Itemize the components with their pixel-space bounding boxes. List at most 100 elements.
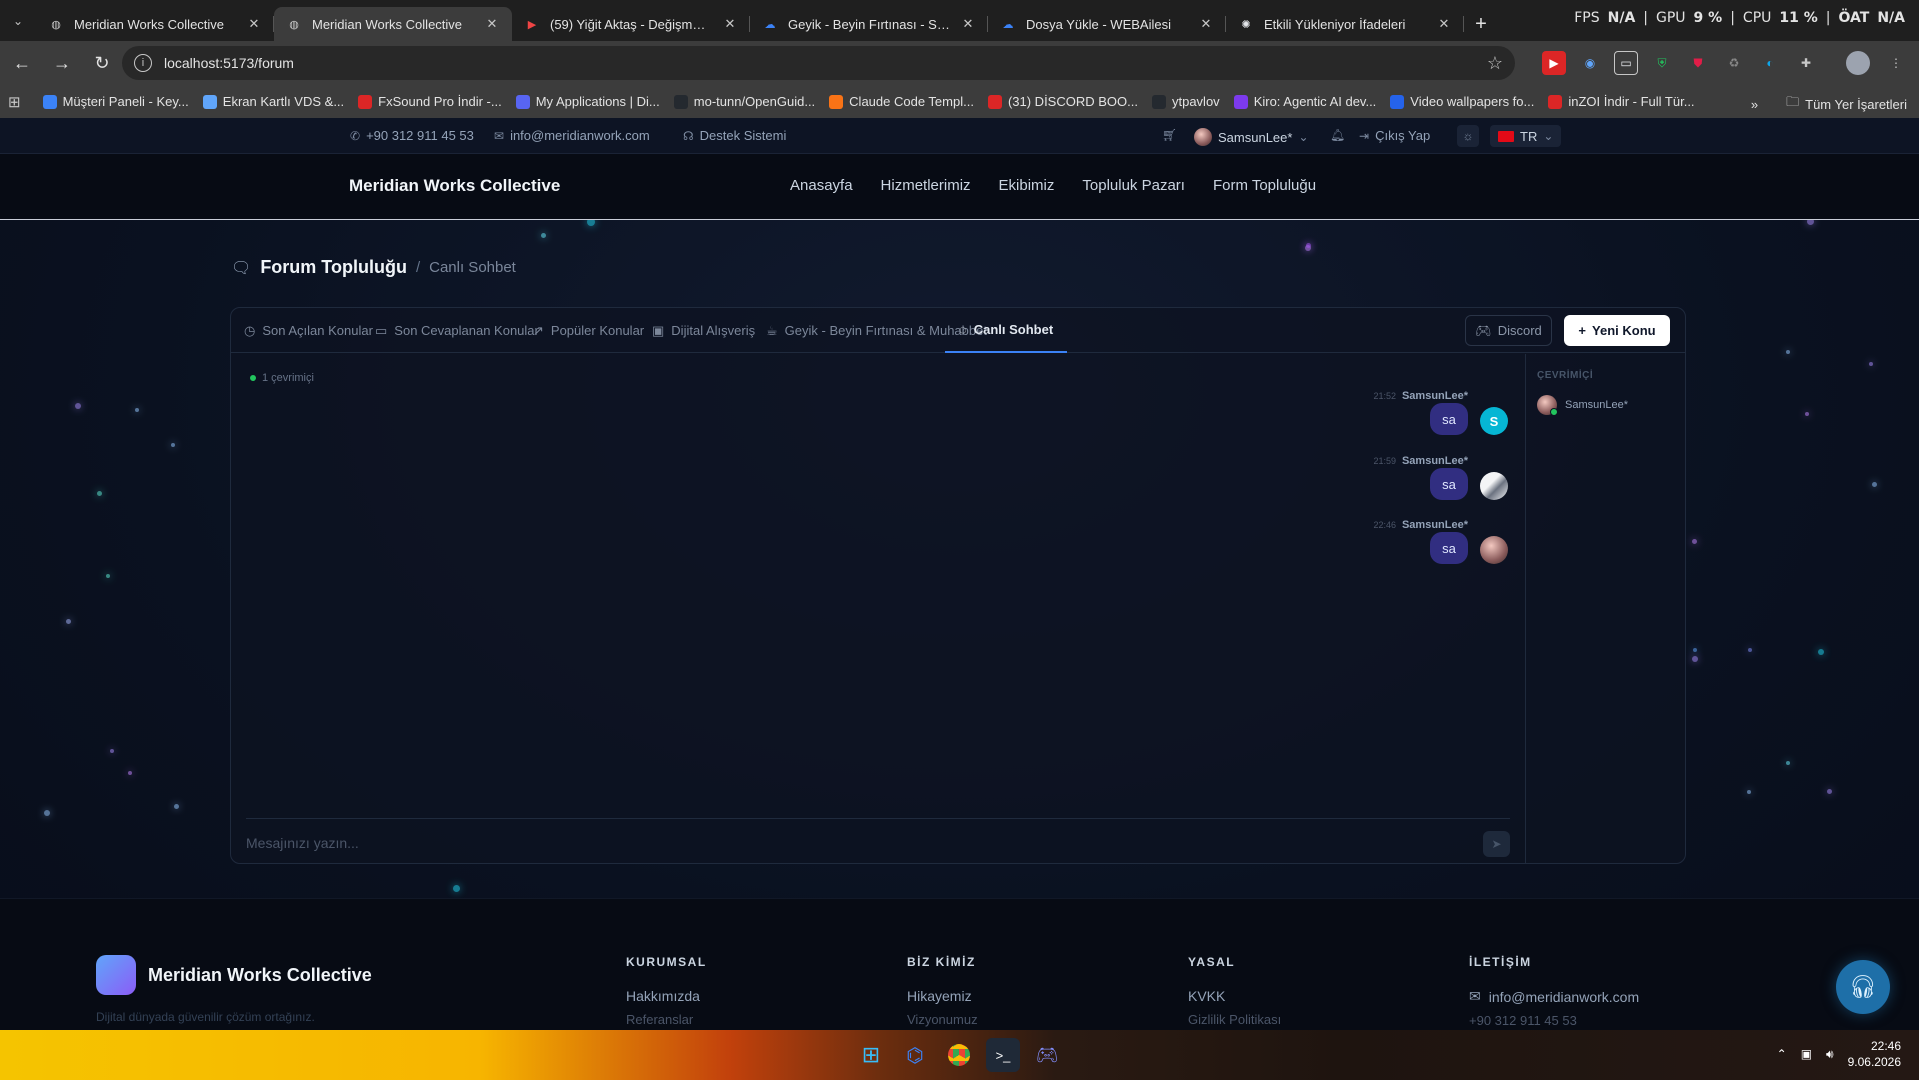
new-tab-button[interactable]: + [1464,7,1498,41]
bookmark-item[interactable]: ytpavlov [1151,94,1220,109]
close-tab-icon[interactable]: ✕ [722,16,738,32]
message-avatar[interactable]: S [1480,407,1508,435]
message-time: 21:59 [1373,456,1396,466]
bookmark-item[interactable]: Ekran Kartlı VDS &... [202,94,344,109]
reload-icon[interactable]: ↻ [84,45,120,81]
footer-email-link[interactable]: ✉ info@meridianwork.com [1469,988,1639,1005]
bell-icon[interactable]: 🔔︎ [1330,128,1345,142]
footer-link[interactable]: Gizlilik Politikası [1188,1012,1281,1027]
network-icon[interactable]: ▣ [1801,1047,1812,1061]
logout-link[interactable]: ⇥ Çıkış Yap [1359,128,1430,143]
bookmark-star-icon[interactable]: ☆ [1487,53,1503,74]
bookmark-item[interactable]: Kiro: Agentic AI dev... [1233,94,1376,109]
footer-link[interactable]: KVKK [1188,988,1281,1004]
url-text[interactable]: localhost:5173/forum [164,55,294,71]
forum-tab[interactable]: ◌ Canlı Sohbet [945,308,1068,353]
support-headset-button[interactable]: 🎧︎ [1836,960,1890,1014]
language-select[interactable]: TR ⌄ [1490,125,1562,147]
footer-logo [96,955,136,995]
discord-taskbar-icon[interactable]: 🎮︎ [1030,1038,1064,1072]
apps-grid-icon[interactable]: ⊞ [8,93,21,111]
terminal-icon[interactable]: >_ [986,1038,1020,1072]
menu-kebab-icon[interactable]: ⋮ [1884,51,1908,75]
online-user-item[interactable]: SamsunLee* [1537,395,1628,416]
nav-link[interactable]: Hizmetlerimiz [881,177,971,194]
site-brand[interactable]: Meridian Works Collective [349,176,560,196]
forum-tab[interactable]: ▣ Dijital Alışveriş [652,308,755,353]
send-icon[interactable]: ➤ [1483,831,1510,857]
vscode-icon[interactable]: ⌬ [898,1038,932,1072]
page-title[interactable]: Forum Topluluğu [260,257,407,278]
bookmark-item[interactable]: My Applications | Di... [515,94,660,109]
extension-audio-icon[interactable]: ◉ [1578,51,1602,75]
theme-toggle-sun-icon[interactable]: ☼ [1457,125,1479,147]
close-tab-icon[interactable]: ✕ [1436,16,1452,32]
extension-screen-icon[interactable]: ▭ [1614,51,1638,75]
extension-edge-icon[interactable]: ◐ [1758,51,1782,75]
bookmark-item[interactable]: mo-tunn/OpenGuid... [673,94,815,109]
footer-link[interactable]: Referanslar [626,1012,707,1027]
message-user[interactable]: SamsunLee* [1402,455,1468,467]
windows-start-icon[interactable]: ⊞ [854,1038,888,1072]
footer-link[interactable]: Hakkımızda [626,988,707,1004]
forum-tab[interactable]: ↗ Popüler Konular [533,308,644,353]
message-user[interactable]: SamsunLee* [1402,390,1468,402]
back-icon[interactable]: ← [4,45,40,81]
extensions-puzzle-icon[interactable]: ✚ [1794,51,1818,75]
close-tab-icon[interactable]: ✕ [484,16,500,32]
tray-chevron-icon[interactable]: ⌃ [1777,1047,1787,1061]
browser-tab[interactable]: ◍ Meridian Works Collective ✕ [274,7,512,41]
bookmark-item[interactable]: Video wallpapers fo... [1390,94,1534,109]
email-link[interactable]: ✉ info@meridianwork.com [494,128,650,143]
message-avatar[interactable] [1480,472,1508,500]
new-topic-button[interactable]: + Yeni Konu [1564,315,1670,346]
nav-link[interactable]: Topluluk Pazarı [1082,177,1185,194]
star-dot [171,443,175,447]
message-avatar[interactable] [1480,536,1508,564]
all-bookmarks-folder[interactable]: 🗀 Tüm Yer İşaretleri [1786,93,1907,115]
nav-link[interactable]: Form Topluluğu [1213,177,1316,194]
site-info-icon[interactable]: i [134,54,152,72]
close-tab-icon[interactable]: ✕ [1198,16,1214,32]
message-user[interactable]: SamsunLee* [1402,519,1468,531]
browser-tab[interactable]: ✺ Etkili Yükleniyor İfadeleri ✕ [1226,7,1464,41]
close-tab-icon[interactable]: ✕ [246,16,262,32]
bookmark-item[interactable]: Claude Code Templ... [829,94,974,109]
tab-title: Etkili Yükleniyor İfadeleri [1264,16,1406,32]
forward-icon[interactable]: → [44,45,80,81]
profile-avatar-icon[interactable] [1846,51,1870,75]
forum-tab[interactable]: ◷ Son Açılan Konular [244,308,373,353]
bookmark-item[interactable]: FxSound Pro İndir -... [358,94,502,109]
more-bookmarks-icon[interactable]: » [1751,97,1758,112]
browser-tab[interactable]: ◍ Meridian Works Collective ✕ [36,7,274,41]
support-link[interactable]: ☊ Destek Sistemi [683,128,786,143]
footer-link[interactable]: Hikayemiz [907,988,978,1004]
nav-link[interactable]: Ekibimiz [999,177,1055,194]
message-input[interactable] [246,829,1446,857]
extension-red-icon[interactable]: ▶ [1542,51,1566,75]
extension-ublock-icon[interactable]: ⛊ [1686,51,1710,75]
bookmark-item[interactable]: (31) DİSCORD BOO... [987,94,1138,109]
bookmark-item[interactable]: inZOI İndir - Full Tür... [1548,94,1695,109]
nav-link[interactable]: Anasayfa [790,177,853,194]
footer-column-yasal: YASAL KVKK Gizlilik Politikası [1188,955,1281,1027]
user-menu[interactable]: SamsunLee* ⌄ [1194,128,1309,146]
bookmark-item[interactable]: Müşteri Paneli - Key... [42,94,189,109]
browser-tab[interactable]: ▶ (59) Yiğit Aktaş - Değişmem Ar ✕ [512,7,750,41]
chrome-icon[interactable] [942,1038,976,1072]
close-tab-icon[interactable]: ✕ [960,16,976,32]
tab-search-icon[interactable]: ⌄ [0,0,36,41]
taskbar-clock[interactable]: 22:46 9.06.2026 [1848,1038,1901,1070]
extension-recycle-icon[interactable]: ♻ [1722,51,1746,75]
footer-link[interactable]: +90 312 911 45 53 [1469,1013,1639,1028]
discord-button[interactable]: 🎮︎ Discord [1465,315,1552,346]
volume-icon[interactable]: 🔊︎ [1826,1047,1834,1062]
phone-link[interactable]: ✆ +90 312 911 45 53 [350,128,474,143]
cart-icon[interactable]: 🛒︎ [1162,128,1177,142]
address-bar[interactable]: i localhost:5173/forum ☆ [122,46,1515,80]
browser-tab[interactable]: ☁ Dosya Yükle - WEBAilesi ✕ [988,7,1226,41]
extension-shield-icon[interactable]: ⛨ [1650,51,1674,75]
forum-tab[interactable]: ▭ Son Cevaplanan Konular [375,308,539,353]
footer-link[interactable]: Vizyonumuz [907,1012,978,1027]
browser-tab[interactable]: ☁ Geyik - Beyin Fırtınası - Sorum ✕ [750,7,988,41]
